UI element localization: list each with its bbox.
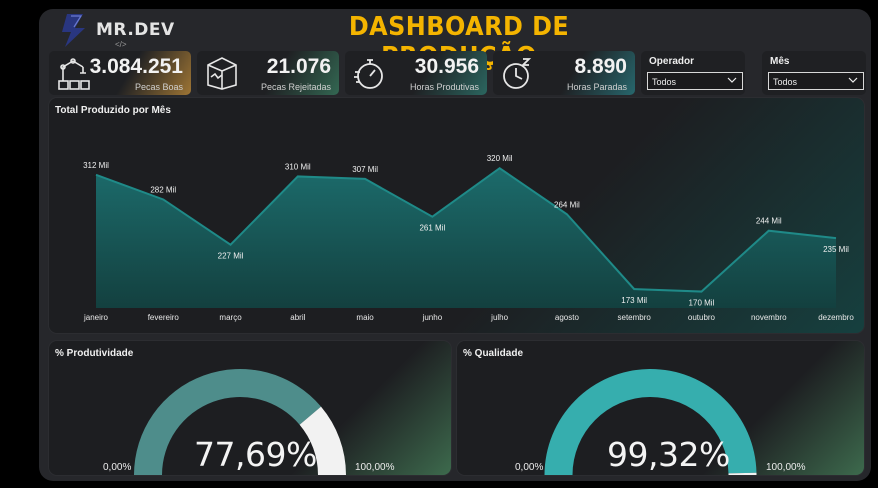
clock-sleep-icon — [503, 58, 532, 89]
gauge-panel-qualidade: % Qualidade 99,32% 0,00% 100,00% — [457, 341, 864, 475]
kpi-label: Horas Produtivas — [409, 82, 479, 92]
gauge-max-label: 100,00% — [355, 462, 395, 473]
x-tick-label: outubro — [688, 313, 716, 322]
gauge-max-label: 100,00% — [766, 462, 806, 473]
x-tick-label: agosto — [555, 313, 580, 322]
area-fill — [96, 168, 836, 308]
chevron-down-icon — [727, 77, 737, 83]
window: MR.DEV </> DASHBOARD DE PRODUÇÃO 3.084.2… — [0, 0, 878, 488]
gauge-value: 99,32% — [607, 435, 730, 474]
data-label: 312 Mil — [83, 161, 109, 170]
stopwatch-icon — [354, 59, 383, 89]
dropdown-value: Todos — [652, 77, 677, 87]
kpi-value: 21.076 — [266, 55, 331, 78]
data-label: 227 Mil — [218, 252, 244, 261]
kpi-card-horas-paradas: 8.890 Horas Paradas — [493, 51, 635, 95]
area-chart: 312 Mil janeiro 282 Mil fevereiro 227 Mil mar… — [83, 154, 854, 322]
data-label: 264 Mil — [554, 200, 580, 209]
data-label: 282 Mil — [150, 185, 176, 194]
dropdown-value: Todos — [773, 77, 798, 87]
logo-text: MR.DEV — [96, 20, 175, 40]
data-label: 307 Mil — [352, 165, 378, 174]
data-label: 320 Mil — [487, 154, 513, 163]
filter-label: Operador — [649, 56, 695, 67]
x-tick-label: novembro — [751, 313, 787, 322]
filter-label: Mês — [770, 56, 790, 67]
kpi-value: 3.084.251 — [89, 55, 183, 78]
kpi-card-pecas-rejeitadas: 21.076 Pecas Rejeitadas — [197, 51, 339, 95]
lightning-logo-icon — [62, 14, 85, 47]
data-label: 235 Mil — [823, 245, 849, 254]
brand-logo: MR.DEV </> — [59, 12, 174, 52]
gauge-value: 77,69% — [194, 435, 317, 474]
gauge-min-label: 0,00% — [515, 462, 544, 473]
kpi-value: 30.956 — [414, 55, 479, 78]
kpi-value: 8.890 — [574, 55, 627, 78]
x-tick-label: dezembro — [818, 313, 854, 322]
x-tick-label: janeiro — [83, 313, 109, 322]
kpi-card-pecas-boas: 3.084.251 Pecas Boas — [49, 51, 191, 95]
logo-code-mark: </> — [115, 40, 127, 49]
data-label: 170 Mil — [689, 299, 715, 308]
gauge-panel-produtividade: % Produtividade 77,69% 0,00% 100,00% — [49, 341, 451, 475]
x-tick-label: maio — [356, 313, 374, 322]
chart-panel-total-produzido: Total Produzido por Mês 312 Mil janeiro 28… — [49, 98, 864, 333]
data-label: 261 Mil — [419, 224, 445, 233]
x-tick-label: fevereiro — [148, 313, 180, 322]
dashboard-canvas: MR.DEV </> DASHBOARD DE PRODUÇÃO 3.084.2… — [39, 9, 871, 481]
x-tick-label: abril — [290, 313, 305, 322]
x-tick-label: julho — [490, 313, 508, 322]
kpi-label: Horas Paradas — [566, 82, 627, 92]
robot-arm-icon — [58, 58, 90, 90]
x-tick-label: setembro — [618, 313, 652, 322]
mes-dropdown[interactable]: Todos — [768, 72, 864, 90]
filter-operador: Operador Todos — [641, 51, 745, 95]
gauge-min-label: 0,00% — [103, 462, 132, 473]
chevron-down-icon — [848, 77, 858, 83]
x-tick-label: março — [219, 313, 242, 322]
filter-mes: Mês Todos — [762, 51, 866, 95]
kpi-label: Pecas Rejeitadas — [260, 82, 331, 92]
data-label: 310 Mil — [285, 162, 311, 171]
kpi-label: Pecas Boas — [134, 82, 183, 92]
data-label: 173 Mil — [621, 296, 647, 305]
x-tick-label: junho — [422, 313, 443, 322]
kpi-card-horas-produtivas: 30.956 Horas Produtivas — [345, 51, 487, 95]
data-label: 244 Mil — [756, 217, 782, 226]
damaged-box-icon — [207, 57, 237, 90]
operador-dropdown[interactable]: Todos — [647, 72, 743, 90]
